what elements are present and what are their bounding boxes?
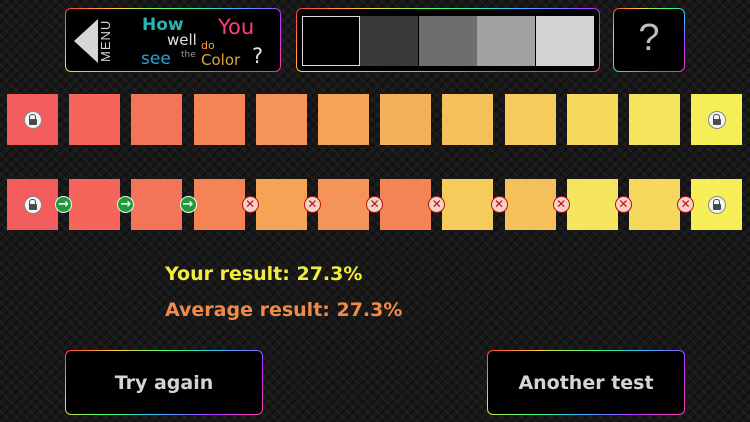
reference-tile xyxy=(691,94,743,145)
answer-tile[interactable] xyxy=(255,179,307,230)
title-you: You xyxy=(218,15,255,39)
background-color-palette xyxy=(296,8,600,72)
palette-swatch[interactable] xyxy=(418,16,477,66)
reference-tile xyxy=(504,94,556,145)
x-icon: ✕ xyxy=(490,196,508,213)
try-again-button[interactable]: Try again xyxy=(65,350,263,415)
reference-tile xyxy=(69,94,121,145)
reference-tile xyxy=(318,94,369,145)
answer-tile xyxy=(7,179,58,230)
menu-button[interactable]: MENU How well do You see the Color ? xyxy=(65,8,281,72)
app-title-logo: How well do You see the Color ? xyxy=(141,13,278,69)
answer-tile[interactable] xyxy=(318,179,369,230)
lock-icon xyxy=(23,110,42,129)
average-result-text: Average result: 27.3% xyxy=(165,299,403,321)
answer-tile[interactable] xyxy=(629,179,680,230)
title-well: well xyxy=(167,31,197,49)
x-icon: ✕ xyxy=(366,196,384,213)
reference-tile xyxy=(566,94,618,145)
x-icon: ✕ xyxy=(303,196,321,213)
arrow-right-icon: → xyxy=(55,196,73,213)
your-result-text: Your result: 27.3% xyxy=(165,263,363,285)
reference-tile xyxy=(131,94,183,145)
palette-swatch[interactable] xyxy=(360,16,419,66)
answer-tile xyxy=(691,179,743,230)
title-see: see xyxy=(141,49,171,69)
reference-tile xyxy=(629,94,680,145)
back-arrow-icon xyxy=(74,19,98,63)
x-icon: ✕ xyxy=(677,196,695,213)
lock-icon xyxy=(23,195,42,214)
title-color: Color xyxy=(201,51,241,69)
lock-icon xyxy=(707,110,726,129)
help-icon: ? xyxy=(638,17,660,59)
another-test-button[interactable]: Another test xyxy=(487,350,685,415)
arrow-right-icon: → xyxy=(179,196,197,213)
x-icon: ✕ xyxy=(241,196,259,213)
reference-tile xyxy=(442,94,494,145)
title-question-mark: ? xyxy=(252,44,264,68)
lock-icon xyxy=(707,195,726,214)
menu-label: MENU xyxy=(98,19,113,63)
palette-swatch[interactable] xyxy=(302,16,360,66)
reference-tile xyxy=(193,94,245,145)
answer-tile[interactable] xyxy=(566,179,618,230)
answer-tile[interactable] xyxy=(442,179,494,230)
reference-tile xyxy=(255,94,307,145)
answer-tile[interactable] xyxy=(380,179,432,230)
title-the: the xyxy=(181,50,196,60)
reference-tile xyxy=(7,94,58,145)
answer-tile[interactable] xyxy=(193,179,245,230)
title-do: do xyxy=(201,39,215,52)
answer-tile[interactable] xyxy=(69,179,121,230)
palette-swatch[interactable] xyxy=(477,16,536,66)
answer-tile[interactable] xyxy=(504,179,556,230)
x-icon: ✕ xyxy=(552,196,570,213)
answer-tile[interactable] xyxy=(131,179,183,230)
help-button[interactable]: ? xyxy=(613,8,685,72)
reference-tile xyxy=(380,94,432,145)
x-icon: ✕ xyxy=(614,196,632,213)
palette-swatch[interactable] xyxy=(535,16,594,66)
